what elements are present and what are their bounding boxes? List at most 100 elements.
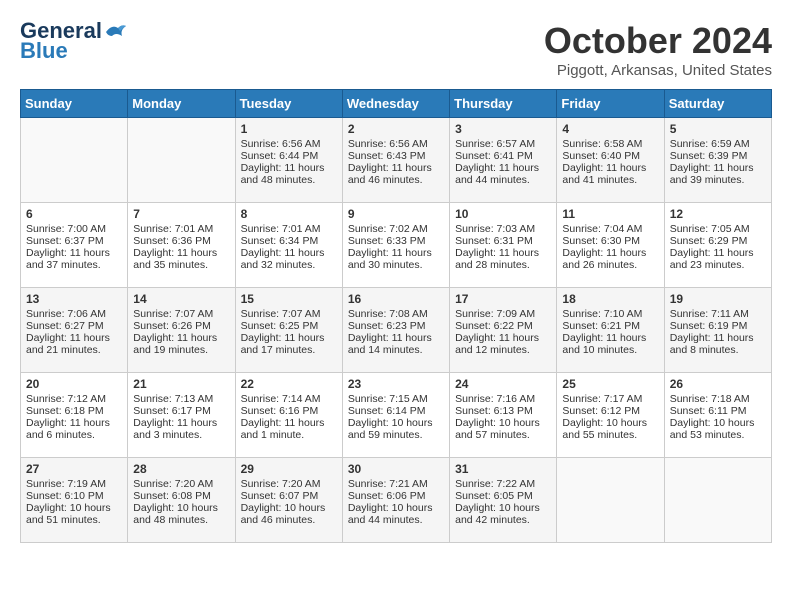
cell-info: Daylight: 11 hours and 21 minutes. [26,332,122,356]
cell-info: Daylight: 11 hours and 1 minute. [241,417,337,441]
weekday-sunday: Sunday [21,90,128,118]
cell-info: Daylight: 10 hours and 42 minutes. [455,502,551,526]
day-number: 4 [562,122,658,136]
cell-info: Daylight: 11 hours and 46 minutes. [348,162,444,186]
calendar-cell: 1Sunrise: 6:56 AMSunset: 6:44 PMDaylight… [235,118,342,203]
month-title: October 2024 [544,20,772,62]
cell-info: Sunset: 6:11 PM [670,405,766,417]
cell-info: Daylight: 10 hours and 55 minutes. [562,417,658,441]
cell-info: Daylight: 11 hours and 28 minutes. [455,247,551,271]
calendar-week-1: 1Sunrise: 6:56 AMSunset: 6:44 PMDaylight… [21,118,772,203]
cell-info: Daylight: 10 hours and 53 minutes. [670,417,766,441]
cell-info: Daylight: 11 hours and 8 minutes. [670,332,766,356]
cell-info: Daylight: 10 hours and 57 minutes. [455,417,551,441]
cell-info: Sunset: 6:12 PM [562,405,658,417]
calendar-cell [664,458,771,543]
cell-info: Daylight: 11 hours and 6 minutes. [26,417,122,441]
cell-info: Sunset: 6:29 PM [670,235,766,247]
calendar-cell: 19Sunrise: 7:11 AMSunset: 6:19 PMDayligh… [664,288,771,373]
cell-info: Sunrise: 7:16 AM [455,393,551,405]
cell-info: Sunset: 6:22 PM [455,320,551,332]
cell-info: Daylight: 10 hours and 44 minutes. [348,502,444,526]
cell-info: Sunrise: 7:05 AM [670,223,766,235]
calendar-cell: 13 Sunrise: 7:06 AMSunset: 6:27 PMDayligh… [21,288,128,373]
calendar-week-2: 6Sunrise: 7:00 AMSunset: 6:37 PMDaylight… [21,203,772,288]
cell-info: Sunrise: 7:18 AM [670,393,766,405]
cell-info: Daylight: 10 hours and 46 minutes. [241,502,337,526]
cell-info: Sunrise: 7:02 AM [348,223,444,235]
cell-info: Daylight: 11 hours and 14 minutes. [348,332,444,356]
calendar-cell: 5Sunrise: 6:59 AMSunset: 6:39 PMDaylight… [664,118,771,203]
calendar-cell: 18Sunrise: 7:10 AMSunset: 6:21 PMDayligh… [557,288,664,373]
day-number: 20 [26,377,122,391]
cell-info: Sunrise: 7:20 AM [241,478,337,490]
calendar-cell: 12Sunrise: 7:05 AMSunset: 6:29 PMDayligh… [664,203,771,288]
day-number: 29 [241,462,337,476]
cell-info: Daylight: 10 hours and 51 minutes. [26,502,122,526]
day-number: 17 [455,292,551,306]
cell-info: Sunset: 6:05 PM [455,490,551,502]
calendar-cell: 16Sunrise: 7:08 AMSunset: 6:23 PMDayligh… [342,288,449,373]
cell-info: Sunrise: 7:10 AM [562,308,658,320]
cell-info: Sunset: 6:13 PM [455,405,551,417]
day-number: 30 [348,462,444,476]
cell-info: Sunrise: 6:56 AM [348,138,444,150]
cell-info: Sunrise: 7:11 AM [670,308,766,320]
cell-info: Sunset: 6:18 PM [26,405,122,417]
day-number: 16 [348,292,444,306]
cell-info: Sunset: 6:43 PM [348,150,444,162]
calendar-cell: 22Sunrise: 7:14 AMSunset: 6:16 PMDayligh… [235,373,342,458]
calendar-week-3: 13Sunrise: 7:06 AMSunset: 6:27 PMDayligh… [21,288,772,373]
day-number: 24 [455,377,551,391]
calendar-cell: 3Sunrise: 6:57 AMSunset: 6:41 PMDaylight… [450,118,557,203]
cell-info: Sunset: 6:26 PM [133,320,229,332]
cell-info: Sunset: 6:27 PM [26,320,122,332]
calendar-cell: 26Sunrise: 7:18 AMSunset: 6:11 PMDayligh… [664,373,771,458]
cell-info: Daylight: 11 hours and 17 minutes. [241,332,337,356]
cell-info: Sunset: 6:36 PM [133,235,229,247]
calendar-cell: 4Sunrise: 6:58 AMSunset: 6:40 PMDaylight… [557,118,664,203]
weekday-thursday: Thursday [450,90,557,118]
cell-info: Sunrise: 7:20 AM [133,478,229,490]
cell-info: Sunrise: 6:59 AM [670,138,766,150]
weekday-saturday: Saturday [664,90,771,118]
cell-info: Daylight: 10 hours and 59 minutes. [348,417,444,441]
cell-info: Sunset: 6:44 PM [241,150,337,162]
cell-info: Sunset: 6:37 PM [26,235,122,247]
day-number: 21 [133,377,229,391]
cell-info: Sunrise: 7:12 AM [26,393,122,405]
day-number: 9 [348,207,444,221]
calendar-cell: 25Sunrise: 7:17 AMSunset: 6:12 PMDayligh… [557,373,664,458]
cell-info: Sunrise: 7:01 AM [241,223,337,235]
logo: General Blue [20,20,126,64]
cell-info: Sunset: 6:40 PM [562,150,658,162]
cell-info: Sunrise: 7:07 AM [241,308,337,320]
cell-info: Sunset: 6:23 PM [348,320,444,332]
page-header: General Blue October 2024 Piggott, Arkan… [20,20,772,79]
cell-info: Sunrise: 7:07 AM [133,308,229,320]
cell-info: Sunrise: 7:03 AM [455,223,551,235]
day-number: 8 [241,207,337,221]
weekday-friday: Friday [557,90,664,118]
day-number: 5 [670,122,766,136]
cell-info: Sunrise: 7:09 AM [455,308,551,320]
calendar-cell: 24 Sunrise: 7:16 AMSunset: 6:13 PMDayligh… [450,373,557,458]
calendar-cell: 7Sunrise: 7:01 AMSunset: 6:36 PMDaylight… [128,203,235,288]
cell-info: Sunset: 6:17 PM [133,405,229,417]
cell-info: Sunset: 6:39 PM [670,150,766,162]
cell-info: Sunrise: 7:21 AM [348,478,444,490]
cell-info: Sunrise: 6:58 AM [562,138,658,150]
calendar-week-5: 27Sunrise: 7:19 AMSunset: 6:10 PMDayligh… [21,458,772,543]
cell-info: Sunrise: 7:04 AM [562,223,658,235]
cell-info: Sunset: 6:25 PM [241,320,337,332]
cell-info: Sunrise: 7:22 AM [455,478,551,490]
cell-info: Sunrise: 7:01 AM [133,223,229,235]
logo-bird-icon [104,22,126,42]
calendar-cell: 30Sunrise: 7:21 AMSunset: 6:06 PMDayligh… [342,458,449,543]
cell-info: Sunset: 6:07 PM [241,490,337,502]
day-number: 25 [562,377,658,391]
day-number: 22 [241,377,337,391]
cell-info: Sunrise: 7:06 AM [26,308,122,320]
cell-info: Daylight: 11 hours and 19 minutes. [133,332,229,356]
day-number: 13 [26,292,122,306]
